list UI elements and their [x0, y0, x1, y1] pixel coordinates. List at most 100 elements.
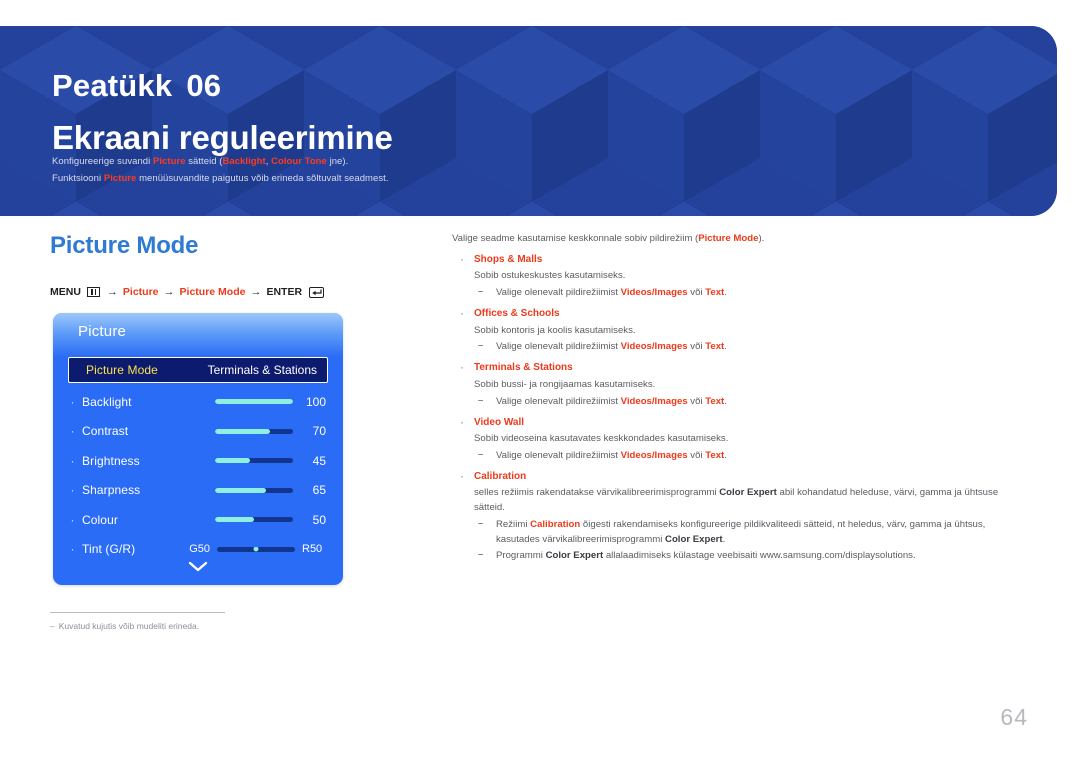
tint-right-label: R50: [302, 543, 323, 556]
slider-track[interactable]: [215, 487, 293, 493]
osd-row-list: Picture Mode Terminals & Stations · Back…: [53, 357, 343, 564]
osd-row-value: 45: [312, 453, 326, 468]
osd-row-label: Tint (G/R): [82, 542, 136, 557]
note1-part2: sätteid (: [185, 156, 223, 167]
slider-track[interactable]: [215, 428, 293, 434]
osd-row-label: Colour: [82, 512, 118, 527]
osd-row-label: Backlight: [82, 394, 132, 409]
osd-row-value: 70: [312, 424, 326, 439]
list-item-calibration: Calibration selles režiimis rakendatakse…: [452, 467, 1026, 564]
chapter-number: 06: [186, 68, 222, 103]
sub-highlight-videos-images: Videos/Images: [620, 341, 688, 353]
list-item-shops-malls: Shops & Malls Sobib ostukeskustes kasuta…: [452, 250, 1026, 301]
osd-row-control[interactable]: 100: [215, 395, 328, 409]
calib-bold-color-expert: Color Expert: [719, 487, 777, 499]
sub-list-item: Valige olenevalt pildirežiimist Videos/I…: [474, 285, 1026, 301]
footnote-text: Kuvatud kujutis võib mudeliti erineda.: [58, 621, 200, 631]
note2-highlight-picture: Picture: [103, 173, 137, 184]
osd-row-backlight[interactable]: · Backlight 100: [68, 387, 328, 417]
calib-sub2-part1: Programmi: [496, 549, 546, 561]
slider-track[interactable]: [217, 546, 295, 552]
menu-path-item-picture: Picture: [122, 286, 159, 298]
page-title: Picture Mode: [50, 232, 199, 259]
chevron-down-icon[interactable]: [53, 559, 343, 577]
banner-note-2: Funktsiooni Picture menüüsuvandite paigu…: [52, 173, 389, 184]
lead-part2: ).: [758, 233, 765, 244]
chapter-title: Ekraani reguleerimine: [52, 119, 393, 156]
footnote-divider: [50, 612, 225, 613]
osd-row-label: Contrast: [82, 424, 129, 439]
slider-fill: [215, 399, 293, 405]
note2-part1: Funktsiooni: [52, 173, 104, 184]
osd-bullet-icon: ·: [70, 512, 75, 527]
osd-row-value: Terminals & Stations: [207, 363, 317, 377]
sub-list-item: Valige olenevalt pildirežiimist Videos/I…: [474, 448, 1026, 464]
sub-part1: Valige olenevalt pildirežiimist: [496, 449, 621, 461]
tint-left-label: G50: [189, 543, 210, 556]
calib-part1: selles režiimis rakendatakse värvikalibr…: [474, 487, 720, 499]
slider-fill: [215, 487, 266, 493]
list-item-title: Shops & Malls: [474, 253, 543, 265]
sub-highlight-text: Text: [705, 449, 725, 461]
osd-bullet-icon: ·: [70, 424, 75, 439]
chapter-label: Peatükk: [52, 68, 173, 103]
list-item-offices-schools: Offices & Schools Sobib kontoris ja kool…: [452, 304, 1026, 355]
list-item-video-wall: Video Wall Sobib videoseina kasutavates …: [452, 413, 1026, 464]
list-item-title: Offices & Schools: [474, 308, 560, 320]
sub-part2: või: [687, 395, 706, 407]
sub-part3: .: [724, 395, 727, 407]
footnote: – Kuvatud kujutis võib mudeliti erineda.: [50, 621, 199, 631]
osd-row-control[interactable]: 45: [215, 454, 328, 468]
osd-row-label: Brightness: [82, 453, 140, 468]
osd-bullet-icon: ·: [70, 483, 75, 498]
osd-row-control[interactable]: 50: [215, 513, 328, 527]
lead-part1: Valige seadme kasutamise keskkonnale sob…: [452, 233, 699, 244]
calib-sub2-bold-color-expert: Color Expert: [545, 549, 604, 561]
lead-highlight-picture-mode: Picture Mode: [698, 233, 759, 244]
osd-bullet-icon: ·: [70, 542, 75, 557]
osd-row-brightness[interactable]: · Brightness 45: [68, 446, 328, 476]
list-item-title: Calibration: [474, 470, 527, 482]
banner-note-1: Konfigureerige suvandi Picture sätteid (…: [52, 156, 348, 167]
lead-paragraph: Valige seadme kasutamise keskkonnale sob…: [452, 232, 1026, 247]
sub-highlight-videos-images: Videos/Images: [620, 287, 688, 299]
slider-fill: [215, 428, 270, 434]
slider-fill: [215, 517, 254, 523]
osd-row-control[interactable]: 65: [215, 483, 328, 497]
osd-row-control[interactable]: 70: [215, 424, 328, 438]
slider-track[interactable]: [215, 517, 293, 523]
sub-list-item-calibration-download: Programmi Color Expert allalaadimiseks k…: [474, 548, 1026, 564]
slider-track[interactable]: [215, 399, 293, 405]
list-item-title: Terminals & Stations: [474, 362, 573, 374]
menu-bars-icon: [86, 287, 100, 297]
osd-row-colour[interactable]: · Colour 50: [68, 505, 328, 535]
sub-part1: Valige olenevalt pildirežiimist: [496, 395, 621, 407]
osd-row-contrast[interactable]: · Contrast 70: [68, 417, 328, 447]
sub-list-item: Valige olenevalt pildirežiimist Videos/I…: [474, 394, 1026, 410]
osd-row-sharpness[interactable]: · Sharpness 65: [68, 476, 328, 506]
note2-part2: menüüsuvandite paigutus võib erineda sõl…: [136, 173, 389, 184]
sub-part2: või: [687, 287, 706, 299]
sub-highlight-text: Text: [705, 341, 725, 353]
osd-row-control[interactable]: G50 R50: [186, 543, 328, 555]
note1-highlight-picture: Picture: [152, 156, 186, 167]
slider-knob[interactable]: [253, 546, 259, 552]
osd-row-value: 100: [305, 394, 326, 409]
slider-track[interactable]: [215, 458, 293, 464]
calib-sub1-part3: .: [722, 533, 726, 545]
calib-sub1-highlight-calibration: Calibration: [530, 518, 581, 530]
sub-highlight-videos-images: Videos/Images: [620, 449, 688, 461]
list-item-desc: Sobib ostukeskustes kasutamiseks.: [474, 270, 626, 282]
sub-part2: või: [687, 341, 706, 353]
menu-path-breadcrumb: MENU → Picture → Picture Mode → ENTER: [50, 286, 325, 298]
note1-highlight-colour-tone: Colour Tone: [271, 156, 327, 167]
osd-header-label: Picture: [78, 323, 127, 340]
list-item-desc: Sobib kontoris ja koolis kasutamiseks.: [474, 324, 636, 336]
osd-row-picture-mode[interactable]: Picture Mode Terminals & Stations: [68, 357, 328, 383]
osd-bullet-icon: ·: [70, 453, 75, 468]
list-item-desc: Sobib bussi- ja rongijaamas kasutamiseks…: [474, 378, 656, 390]
enter-key-icon: [309, 286, 325, 298]
calib-sub1-part1: Režiimi: [496, 518, 531, 530]
enter-label: ENTER: [266, 286, 303, 298]
sub-highlight-videos-images: Videos/Images: [620, 395, 688, 407]
